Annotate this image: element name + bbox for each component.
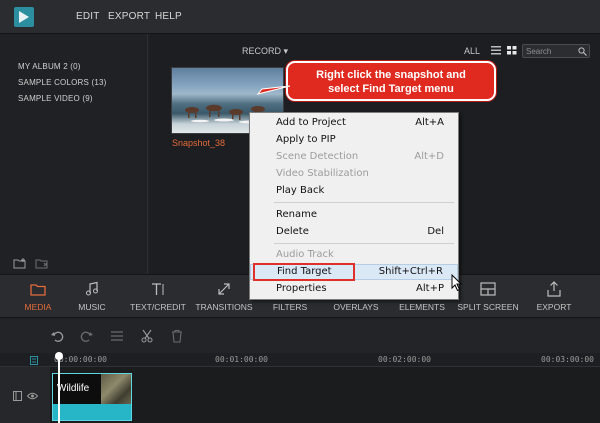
callout-line-2: select Find Target menu [328, 83, 454, 95]
timeline-clip[interactable]: Wildlife [52, 373, 132, 421]
tab-label: MUSIC [78, 302, 106, 312]
remove-folder-icon[interactable] [35, 257, 49, 269]
text-icon [152, 283, 164, 295]
menu-item-audio-track: Audio Track [276, 249, 334, 260]
scissors-icon[interactable] [140, 329, 154, 343]
filter-all[interactable]: ALL [464, 46, 480, 56]
menu-help[interactable]: HELP [155, 11, 182, 22]
menu-item-play-back[interactable]: Play Back [250, 183, 458, 199]
clip-thumbnail [101, 374, 131, 404]
grid-view-icon[interactable] [507, 46, 517, 55]
library-item-sample-video[interactable]: SAMPLE VIDEO (9) [18, 94, 93, 103]
menu-item-add-to-project[interactable]: Add to Project Alt+A [250, 115, 458, 131]
tab-label: TEXT/CREDIT [130, 302, 186, 312]
music-note-icon [86, 281, 98, 296]
callout-line-1: Right click the snapshot and [316, 69, 466, 81]
split-screen-icon [480, 282, 496, 296]
playhead-handle[interactable] [55, 352, 63, 360]
edit-list-icon[interactable] [110, 329, 124, 343]
annotation-callout: Right click the snapshot and select Find… [286, 61, 496, 101]
video-track-icon [13, 391, 22, 401]
menu-item-rename[interactable]: Rename [250, 207, 458, 223]
redo-icon[interactable] [80, 329, 94, 343]
ruler-toggle-icon[interactable] [30, 356, 38, 365]
trash-icon[interactable] [170, 329, 184, 343]
tab-transitions[interactable]: TRANSITIONS [190, 278, 258, 316]
tab-label: EXPORT [536, 302, 572, 312]
tab-split-screen[interactable]: SPLIT SCREEN [454, 278, 522, 316]
menu-item-apply-to-pip[interactable]: Apply to PIP [250, 132, 458, 148]
search-icon[interactable] [578, 47, 587, 56]
library-item-sample-colors[interactable]: SAMPLE COLORS (13) [18, 78, 107, 87]
time-marker: 00:01:00:00 [215, 355, 268, 364]
clip-label: Wildlife [57, 383, 90, 394]
mouse-cursor-icon [451, 274, 463, 292]
video-track [50, 367, 600, 423]
menu-separator [274, 243, 454, 244]
callout-arrow-icon [256, 85, 290, 95]
time-marker: 00:03:00:00 [541, 355, 594, 364]
app-logo-icon [14, 7, 34, 27]
export-icon [547, 281, 561, 297]
tab-music[interactable]: MUSIC [58, 278, 126, 316]
tab-text-credit[interactable]: TEXT/CREDIT [124, 278, 192, 316]
menu-separator [274, 202, 454, 203]
tab-label: OVERLAYS [333, 302, 379, 312]
menu-item-properties[interactable]: Properties Alt+P [250, 281, 458, 297]
eye-icon[interactable] [27, 392, 38, 400]
tab-label: FILTERS [272, 302, 308, 312]
tab-label: TRANSITIONS [195, 302, 253, 312]
menu-edit[interactable]: EDIT [76, 11, 100, 22]
list-view-icon[interactable] [491, 46, 501, 55]
time-marker: 00:02:00:00 [378, 355, 431, 364]
menu-item-video-stabilization: Video Stabilization [276, 168, 369, 179]
thumbnail-label: Snapshot_38 [172, 138, 226, 148]
add-folder-icon[interactable] [13, 257, 27, 269]
tab-label: SPLIT SCREEN [457, 302, 519, 312]
menu-item-scene-detection: Scene Detection Alt+D [276, 151, 444, 162]
search-input[interactable] [526, 46, 574, 56]
transitions-icon [218, 283, 230, 295]
library-item-my-album[interactable]: MY ALBUM 2 (0) [18, 62, 81, 71]
menu-item-delete[interactable]: Delete Del [250, 224, 458, 240]
playhead[interactable] [58, 358, 60, 423]
track-header [0, 367, 50, 423]
tab-label: ELEMENTS [399, 302, 445, 312]
search-box[interactable] [522, 44, 590, 58]
undo-icon[interactable] [50, 329, 64, 343]
folder-icon [30, 284, 46, 296]
highlight-box [253, 263, 355, 281]
record-dropdown[interactable]: RECORD ▾ [242, 46, 288, 57]
menu-bar: EDIT EXPORT HELP [0, 0, 600, 34]
tab-export[interactable]: EXPORT [520, 278, 588, 316]
menu-export[interactable]: EXPORT [108, 11, 150, 22]
